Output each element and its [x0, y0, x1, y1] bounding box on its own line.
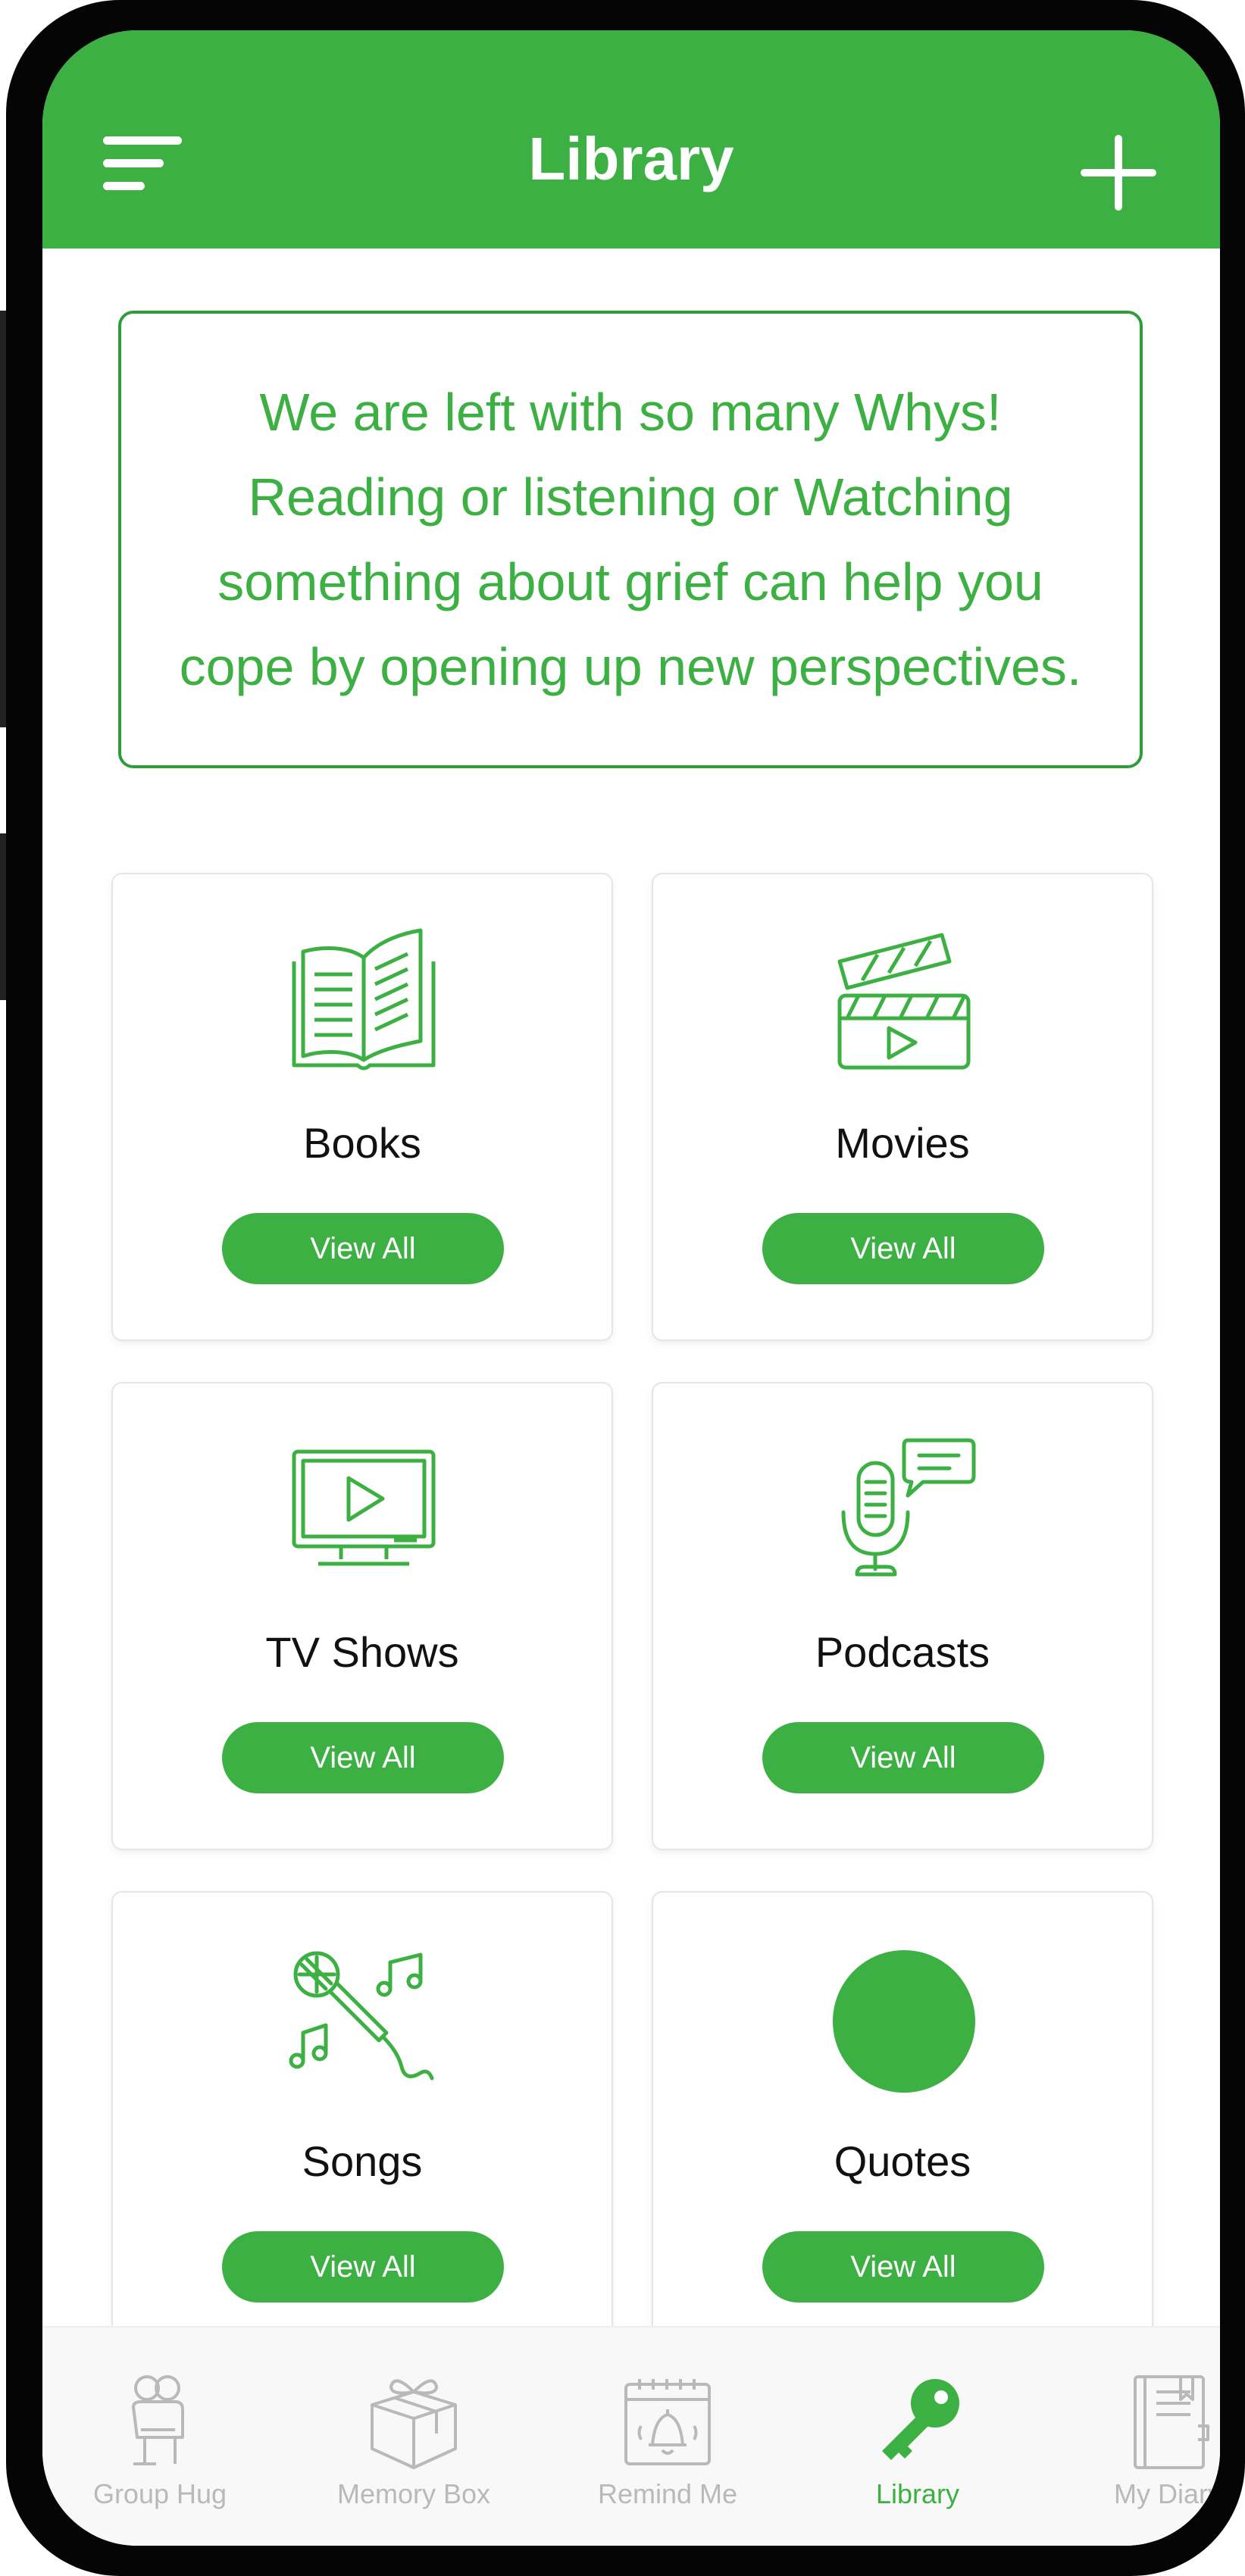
- add-icon[interactable]: [1081, 135, 1156, 211]
- open-book-icon: [292, 928, 436, 1071]
- page-title: Library: [528, 125, 734, 192]
- category-card-songs: Songs View All: [111, 1891, 613, 2359]
- category-card-quotes: Quotes View All: [652, 1891, 1153, 2359]
- phone-frame: Library We are left with so many Whys! R…: [6, 0, 1245, 2576]
- bottom-tab-bar: Group Hug Memory Box Remind Me Library M…: [42, 2326, 1220, 2546]
- tab-label: Library: [875, 2478, 960, 2509]
- intro-box: We are left with so many Whys! Reading o…: [118, 311, 1143, 768]
- view-all-podcasts-button[interactable]: View All: [762, 1722, 1044, 1793]
- tab-label: Memory Box: [336, 2478, 491, 2509]
- gift-box-icon: [371, 2379, 457, 2469]
- tab-group-hug[interactable]: Group Hug: [46, 2327, 274, 2546]
- tab-remind-me[interactable]: Remind Me: [554, 2327, 781, 2546]
- app-screen: Library We are left with so many Whys! R…: [42, 30, 1220, 2546]
- category-label: Quotes: [834, 2137, 971, 2185]
- circle-icon: [833, 1950, 975, 2093]
- tab-my-diary[interactable]: My Diary: [1054, 2327, 1220, 2546]
- category-label: Books: [303, 1119, 421, 1167]
- tab-label: Remind Me: [597, 2478, 738, 2509]
- category-card-books: Books View All: [111, 873, 613, 1341]
- calendar-bell-icon: [624, 2379, 711, 2465]
- tab-memory-box[interactable]: Memory Box: [300, 2327, 527, 2546]
- tab-label: My Diary: [1114, 2478, 1220, 2509]
- view-all-songs-button[interactable]: View All: [222, 2231, 504, 2302]
- podcast-microphone-icon: [841, 1438, 976, 1577]
- intro-text: We are left with so many Whys! Reading o…: [179, 383, 1082, 696]
- header-bar: Library: [42, 30, 1220, 249]
- tv-icon: [292, 1449, 436, 1566]
- key-icon: [882, 2379, 959, 2460]
- category-card-podcasts: Podcasts View All: [652, 1382, 1153, 1850]
- category-label: Songs: [302, 2137, 423, 2185]
- category-label: Movies: [835, 1119, 970, 1167]
- view-all-tv-shows-button[interactable]: View All: [222, 1722, 504, 1793]
- tab-library[interactable]: Library: [804, 2327, 1031, 2546]
- diary-icon: [1134, 2375, 1209, 2469]
- clapperboard-icon: [837, 933, 971, 1070]
- hug-icon: [132, 2375, 184, 2465]
- view-all-movies-button[interactable]: View All: [762, 1213, 1044, 1284]
- category-card-tv-shows: TV Shows View All: [111, 1382, 613, 1850]
- view-all-books-button[interactable]: View All: [222, 1213, 504, 1284]
- tab-label: Group Hug: [92, 2478, 227, 2509]
- karaoke-microphone-icon: [289, 1951, 434, 2080]
- category-card-movies: Movies View All: [652, 873, 1153, 1341]
- category-label: TV Shows: [265, 1628, 459, 1676]
- category-label: Podcasts: [815, 1628, 990, 1676]
- view-all-quotes-button[interactable]: View All: [762, 2231, 1044, 2302]
